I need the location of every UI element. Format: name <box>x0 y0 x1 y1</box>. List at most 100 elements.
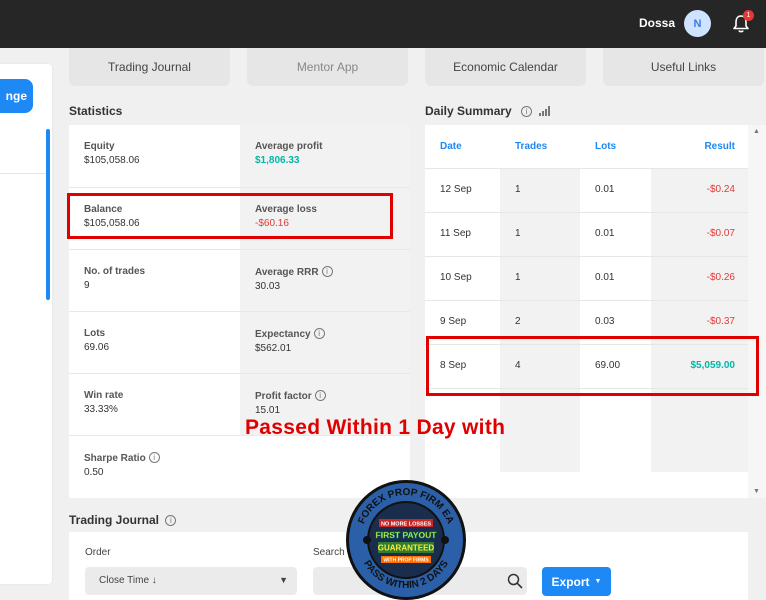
cell-result: -$0.26 <box>706 272 735 283</box>
stat-label: No. of trades <box>84 266 146 277</box>
stat-sharpe-ratio: Sharpe Ratio i 0.50 <box>69 436 239 498</box>
stat-label-text: Profit factor <box>255 391 312 402</box>
column-header-result[interactable]: Result <box>704 141 735 152</box>
tab-economic-calendar[interactable]: Economic Calendar <box>425 48 586 86</box>
stat-label-text: Average RRR <box>255 267 319 278</box>
stat-label: Equity <box>84 141 115 152</box>
row-divider <box>425 212 748 213</box>
avatar[interactable]: N <box>684 10 711 37</box>
stat-label: Average profit <box>255 141 323 152</box>
info-icon[interactable]: i <box>521 106 533 117</box>
trading-journal-title-text: Trading Journal <box>69 513 160 527</box>
column-header-trades[interactable]: Trades <box>515 141 547 152</box>
daily-summary-table: Date Trades Lots Result 12 Sep 1 0.01 -$… <box>425 125 748 498</box>
daily-summary-title: Daily Summary i <box>425 104 551 118</box>
cell-lots: 0.01 <box>595 184 615 195</box>
cell-date: 12 Sep <box>440 184 472 195</box>
sidebar-panel <box>0 64 52 584</box>
stat-label-text: Sharpe Ratio <box>84 453 146 464</box>
stat-label: Average RRR i <box>255 266 410 278</box>
search-icon[interactable] <box>507 573 523 589</box>
info-icon[interactable]: i <box>313 328 325 339</box>
info-icon[interactable]: i <box>321 266 333 277</box>
cell-result: -$0.07 <box>706 228 735 239</box>
overlay-caption: Passed Within 1 Day with <box>245 416 506 439</box>
statistics-card: Equity $105,058.06 Average profit $1,806… <box>69 125 410 498</box>
cell-date: 11 Sep <box>440 228 471 239</box>
cell-result: -$0.24 <box>706 184 735 195</box>
stat-label: Sharpe Ratio i <box>84 452 239 464</box>
trading-journal-title: Trading Journal i <box>69 513 177 527</box>
stat-value: 9 <box>84 280 90 291</box>
stat-average-profit: Average profit $1,806.33 <box>240 125 410 187</box>
cell-date: 10 Sep <box>440 272 472 283</box>
stat-value: $1,806.33 <box>255 155 300 166</box>
column-shade <box>500 169 580 472</box>
daily-summary-scrollbar[interactable]: ▲ ▼ <box>748 125 766 498</box>
column-header-date[interactable]: Date <box>440 141 462 152</box>
order-select[interactable]: Close Time ↓ ▼ <box>85 567 297 595</box>
cell-lots: 0.01 <box>595 228 615 239</box>
search-label: Search <box>313 547 345 558</box>
stat-value: 30.03 <box>255 281 281 292</box>
stat-average-rrr: Average RRR i 30.03 <box>240 250 410 312</box>
stat-label: Lots <box>84 328 106 339</box>
stat-label: Win rate <box>84 390 124 401</box>
cell-lots: 0.03 <box>595 316 615 327</box>
stat-value: $562.01 <box>255 343 292 354</box>
notification-badge: 1 <box>743 10 754 21</box>
stat-value: 0.50 <box>84 467 104 478</box>
stat-win-rate: Win rate 33.33% <box>69 374 239 436</box>
cell-result: -$0.37 <box>706 316 735 327</box>
stat-lots: Lots 69.06 <box>69 312 239 374</box>
highlight-box-8-sep <box>426 336 759 396</box>
caret-down-icon: ▼ <box>594 578 602 585</box>
row-divider <box>425 300 748 301</box>
info-icon[interactable]: i <box>165 515 177 526</box>
stat-label-text: Expectancy <box>255 329 311 340</box>
info-icon[interactable]: i <box>148 452 160 463</box>
scroll-down-icon[interactable]: ▼ <box>753 488 760 495</box>
statistics-title: Statistics <box>69 104 123 118</box>
stat-value: 69.06 <box>84 342 110 353</box>
row-divider <box>425 256 748 257</box>
cell-lots: 0.01 <box>595 272 615 283</box>
logo-line2: FIRST PAYOUT <box>376 530 438 540</box>
tab-useful-links[interactable]: Useful Links <box>603 48 764 86</box>
forex-prop-firm-ea-logo: FOREX PROP FIRM EA PASS WITHIN 2 DAYS NO… <box>346 480 466 600</box>
stat-equity: Equity $105,058.06 <box>69 125 239 187</box>
logo-line4: WITH PROP FIRMS <box>383 558 429 564</box>
order-select-value: Close Time ↓ <box>99 575 157 586</box>
info-icon[interactable]: i <box>314 390 326 401</box>
stat-value: 15.01 <box>255 405 281 416</box>
row-divider <box>425 168 748 169</box>
tab-trading-journal[interactable]: Trading Journal <box>69 48 230 86</box>
sidebar-action-button[interactable]: nge <box>0 79 33 113</box>
cell-date: 9 Sep <box>440 316 467 327</box>
export-button[interactable]: Export ▼ <box>542 567 611 596</box>
highlight-box-balance <box>67 193 393 239</box>
tab-mentor-app[interactable]: Mentor App <box>247 48 408 86</box>
logo-line1: NO MORE LOSSES <box>381 522 431 528</box>
daily-summary-title-text: Daily Summary <box>425 104 512 118</box>
cell-trades: 1 <box>515 184 521 195</box>
logo-left-ornament-icon <box>363 536 371 544</box>
bar-chart-icon[interactable] <box>539 106 551 116</box>
user-name[interactable]: Dossa <box>639 16 675 30</box>
order-label: Order <box>85 547 111 558</box>
scroll-up-icon[interactable]: ▲ <box>753 128 760 135</box>
stat-value: $105,058.06 <box>84 155 140 166</box>
logo-line3: GUARANTEED <box>378 544 435 553</box>
stat-no-of-trades: No. of trades 9 <box>69 250 239 312</box>
stat-value: 33.33% <box>84 404 118 415</box>
stat-label: Profit factor i <box>255 390 410 402</box>
chevron-down-icon: ▼ <box>279 575 288 585</box>
cell-trades: 2 <box>515 316 521 327</box>
sidebar-scrollbar[interactable] <box>46 129 50 300</box>
column-header-lots[interactable]: Lots <box>595 141 616 152</box>
export-button-label: Export <box>551 574 590 589</box>
stat-label: Expectancy i <box>255 328 410 340</box>
cell-trades: 1 <box>515 272 521 283</box>
stat-expectancy: Expectancy i $562.01 <box>240 312 410 374</box>
sidebar-divider <box>0 173 46 174</box>
